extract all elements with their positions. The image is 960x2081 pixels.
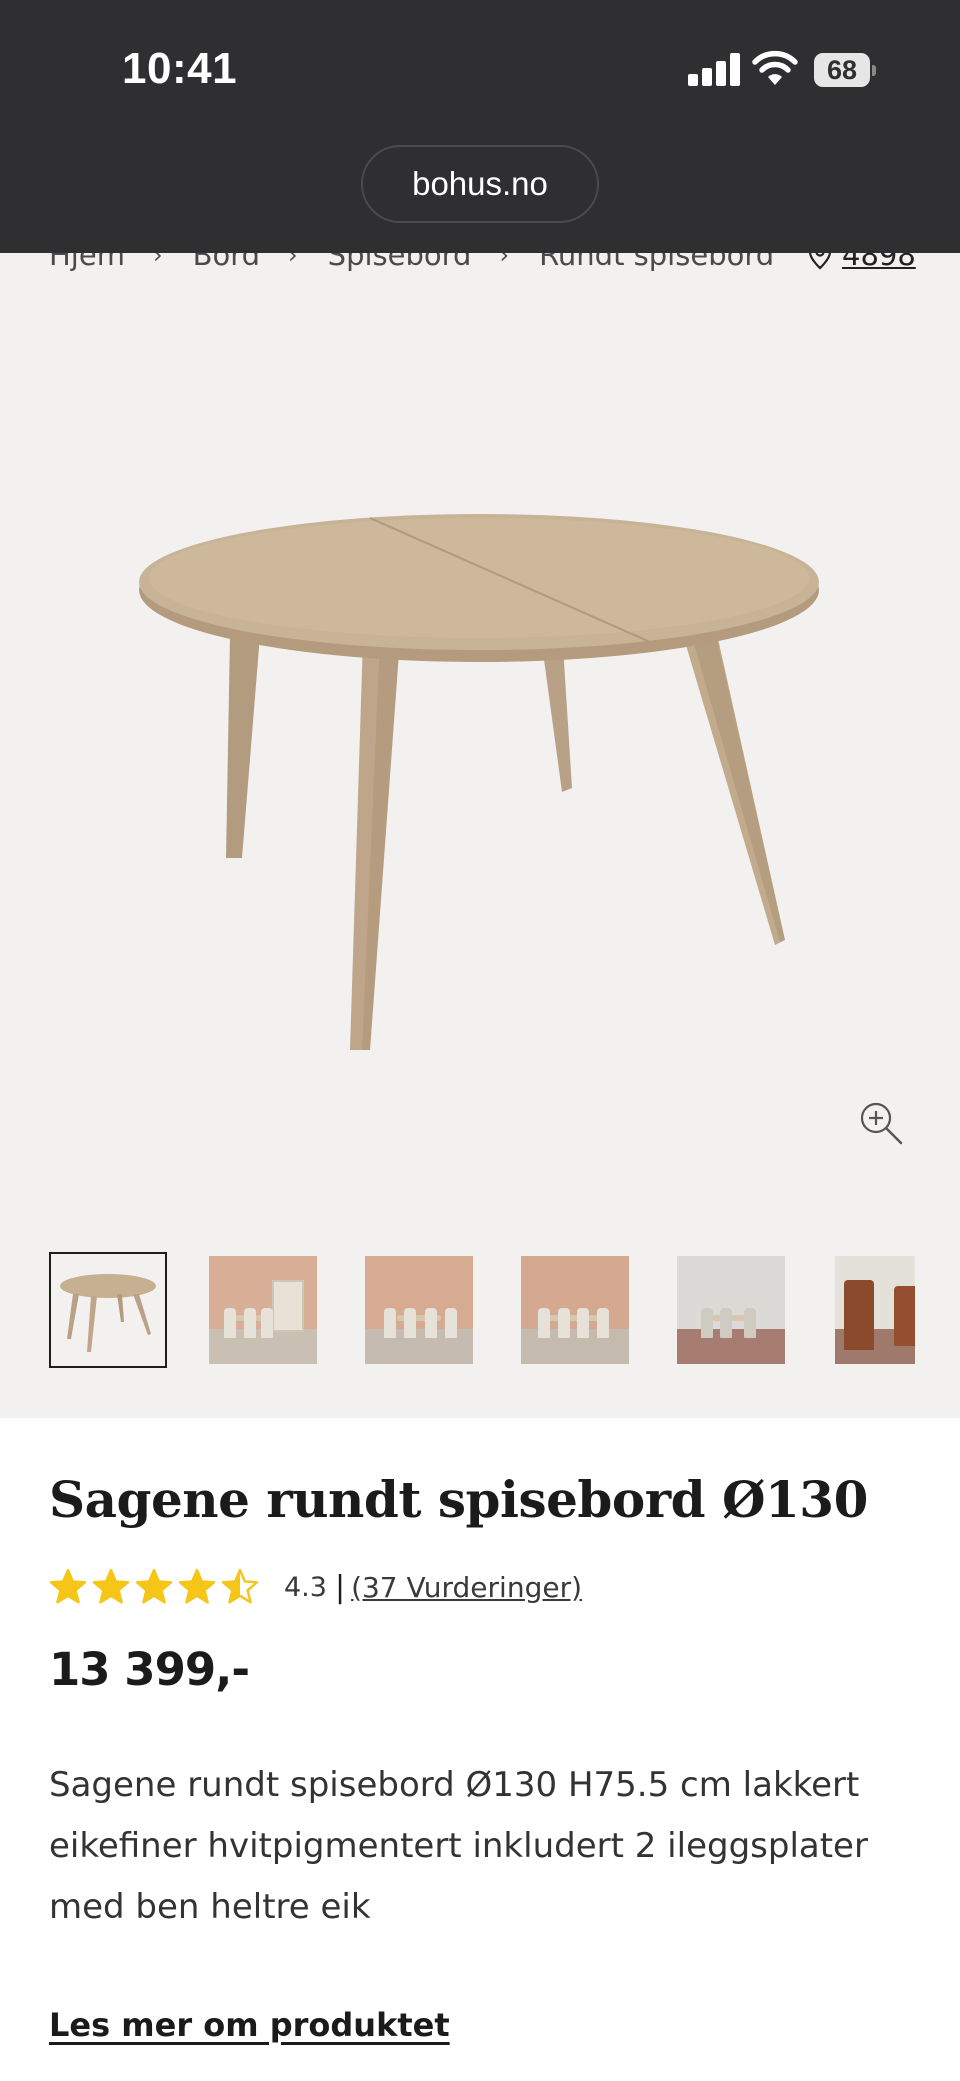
thumbnail-1[interactable] bbox=[49, 1252, 167, 1368]
url-bar[interactable]: bohus.no bbox=[361, 145, 599, 223]
star-full-icon bbox=[135, 1568, 173, 1604]
browser-top-bar: 10:41 68 bohus.no bbox=[0, 0, 960, 253]
rating-value: 4.3 bbox=[284, 1571, 327, 1603]
zoom-icon[interactable] bbox=[858, 1100, 904, 1146]
product-price: 13 399,- bbox=[49, 1643, 250, 1696]
thumbnail-2[interactable] bbox=[209, 1256, 317, 1364]
product-title: Sagene rundt spisebord Ø130 bbox=[49, 1470, 868, 1529]
thumbnail-4[interactable] bbox=[521, 1256, 629, 1364]
status-time: 10:41 bbox=[122, 44, 238, 93]
star-full-icon bbox=[178, 1568, 216, 1604]
battery-icon: 68 bbox=[814, 53, 876, 87]
star-half-icon bbox=[221, 1568, 259, 1604]
thumbnail-6[interactable] bbox=[835, 1256, 915, 1364]
product-rating: 4.3 | (37 Vurderinger) bbox=[49, 1565, 582, 1609]
cellular-signal-icon bbox=[688, 52, 740, 86]
battery-level: 68 bbox=[814, 53, 870, 87]
star-full-icon bbox=[49, 1568, 87, 1604]
star-full-icon bbox=[92, 1568, 130, 1604]
rating-stars bbox=[49, 1568, 264, 1606]
thumbnail-5[interactable] bbox=[677, 1256, 785, 1364]
product-description: Sagene rundt spisebord Ø130 H75.5 cm lak… bbox=[49, 1765, 868, 1927]
thumbnail-strip bbox=[49, 1252, 915, 1368]
product-main-image[interactable] bbox=[130, 460, 830, 1060]
wifi-icon bbox=[752, 50, 798, 85]
reviews-link[interactable]: (37 Vurderinger) bbox=[351, 1571, 582, 1604]
rating-separator: | bbox=[334, 1569, 346, 1605]
thumbnail-3[interactable] bbox=[365, 1256, 473, 1364]
read-more-link[interactable]: Les mer om produktet bbox=[49, 2006, 450, 2044]
